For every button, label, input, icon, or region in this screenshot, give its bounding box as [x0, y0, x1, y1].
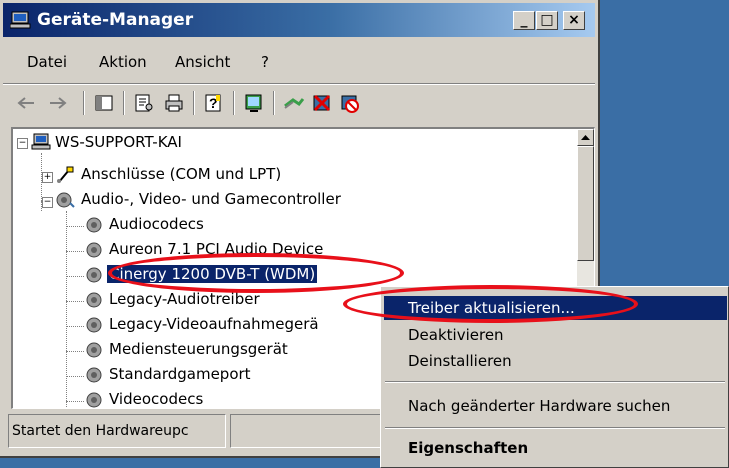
tree-root-computer[interactable]: WS-SUPPORT-KAI: [55, 133, 182, 151]
tree-line: [66, 326, 84, 327]
tree-line: [66, 251, 84, 252]
speaker-icon: [86, 392, 102, 408]
collapse-toggle[interactable]: −: [17, 138, 28, 149]
menu-item-update-driver[interactable]: Treiber aktualisieren...: [384, 296, 727, 320]
tree-device[interactable]: Legacy-Videoaufnahmegerä: [109, 315, 319, 333]
scan-hardware-icon[interactable]: [241, 90, 267, 116]
update-driver-icon[interactable]: [281, 90, 307, 116]
tree-device[interactable]: Videocodecs: [109, 390, 203, 408]
tree-device[interactable]: Aureon 7.1 PCI Audio Device: [109, 240, 323, 258]
speaker-icon: [86, 217, 102, 233]
tree-line: [66, 276, 84, 277]
tree-device[interactable]: Standardgameport: [109, 365, 251, 383]
tree-device[interactable]: Legacy-Audiotreiber: [109, 290, 260, 308]
maximize-glyph: □: [540, 12, 554, 28]
title-bar[interactable]: Geräte-Manager _ □ ×: [3, 3, 595, 37]
uninstall-icon[interactable]: [309, 90, 335, 116]
toolbar-separator: [233, 91, 235, 115]
menu-item-disable[interactable]: Deaktivieren: [384, 323, 727, 347]
arrow-up-icon: [581, 135, 590, 140]
speaker-icon: [86, 292, 102, 308]
speaker-icon: [86, 342, 102, 358]
tree-line: [66, 401, 84, 402]
menu-item-scan-hardware[interactable]: Nach geänderter Hardware suchen: [384, 394, 727, 418]
computer-icon: [10, 11, 31, 29]
speaker-icon: [86, 242, 102, 258]
tree-line: [66, 301, 84, 302]
back-arrow-icon[interactable]: [13, 90, 39, 116]
window-title: Geräte-Manager: [37, 10, 194, 30]
tree-line: [66, 351, 84, 352]
toolbar-separator: [123, 91, 125, 115]
menu-separator: [385, 381, 725, 383]
tree-device-selected[interactable]: Cinergy 1200 DVB-T (WDM): [107, 265, 318, 283]
maximize-button[interactable]: □: [536, 11, 558, 30]
status-text: Startet den Hardwareupc: [8, 414, 226, 448]
speaker-icon: [86, 317, 102, 333]
forward-arrow-icon[interactable]: [45, 90, 71, 116]
toolbar-separator: [193, 91, 195, 115]
minimize-button[interactable]: _: [513, 11, 535, 30]
scroll-up-button[interactable]: [577, 129, 594, 146]
toolbar-separator: [273, 91, 275, 115]
print-icon[interactable]: [161, 90, 187, 116]
tree-line: [66, 226, 84, 227]
tree-device[interactable]: Mediensteuerungsgerät: [109, 340, 288, 358]
close-button[interactable]: ×: [563, 11, 585, 30]
port-connector-icon: [57, 166, 74, 183]
menu-datei[interactable]: Datei: [27, 53, 67, 71]
tree-line: [66, 376, 84, 377]
expand-toggle[interactable]: +: [42, 172, 53, 183]
collapse-toggle[interactable]: −: [42, 197, 53, 208]
speaker-icon: [86, 367, 102, 383]
properties-icon[interactable]: [131, 90, 157, 116]
context-menu: Treiber aktualisieren... Deaktivieren De…: [380, 286, 729, 468]
close-glyph: ×: [568, 12, 580, 28]
menu-separator: [385, 427, 725, 429]
toolbar: ?: [3, 86, 595, 120]
minimize-glyph: _: [520, 12, 528, 28]
status-pane-empty: [230, 414, 390, 448]
menu-item-uninstall[interactable]: Deinstallieren: [384, 349, 727, 373]
console-tree-icon[interactable]: [91, 90, 117, 116]
menu-help[interactable]: ?: [261, 53, 269, 71]
toolbar-separator: [83, 91, 85, 115]
computer-icon: [31, 133, 51, 150]
tree-category-ports[interactable]: Anschlüsse (COM und LPT): [81, 165, 281, 183]
speaker-icon: [86, 267, 102, 283]
scroll-thumb[interactable]: [577, 146, 594, 261]
tree-line: [66, 211, 67, 408]
disable-icon[interactable]: [337, 90, 363, 116]
speaker-icon: [56, 192, 75, 208]
menu-bar: Datei Aktion Ansicht ?: [3, 44, 595, 80]
help-icon[interactable]: ?: [201, 90, 227, 116]
tree-device[interactable]: Audiocodecs: [109, 215, 204, 233]
menu-ansicht[interactable]: Ansicht: [175, 53, 230, 71]
menu-item-properties[interactable]: Eigenschaften: [384, 436, 727, 460]
tree-category-audio-video[interactable]: Audio-, Video- und Gamecontroller: [81, 190, 341, 208]
menu-aktion[interactable]: Aktion: [99, 53, 147, 71]
menu-separator: [3, 83, 595, 85]
